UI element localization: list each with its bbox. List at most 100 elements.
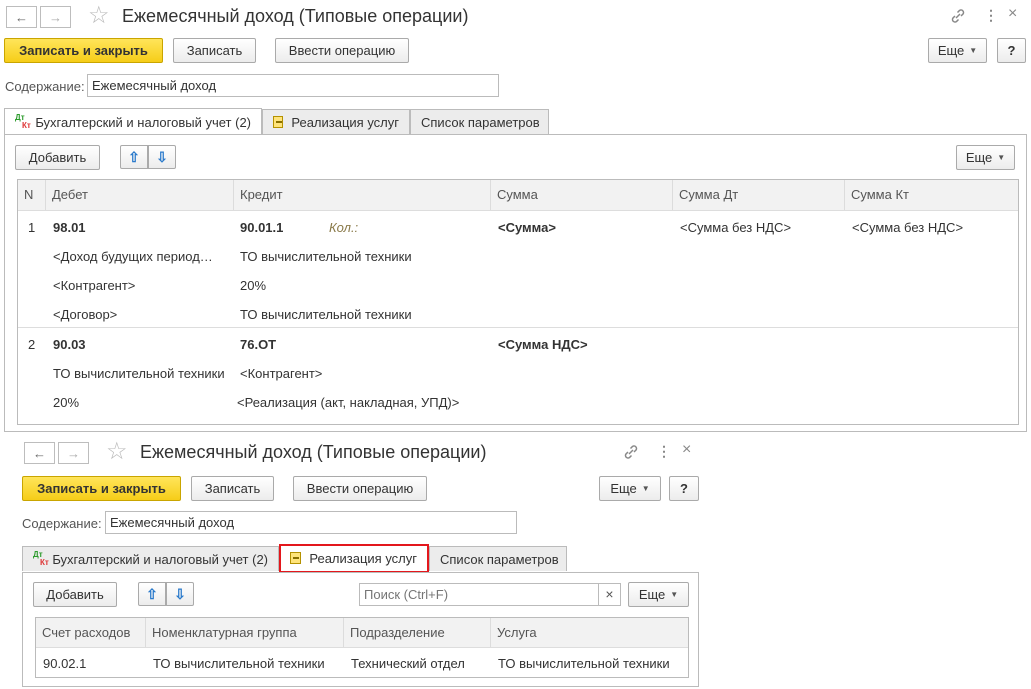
menu-icon[interactable]: ⋮ [657, 444, 671, 458]
save-and-close-label: Записать и закрыть [37, 481, 166, 496]
content-label: Содержание: [5, 79, 85, 94]
chevron-down-icon: ▼ [969, 46, 978, 55]
enter-operation-button[interactable]: Ввести операцию [293, 476, 427, 501]
arrow-down-icon: ⇩ [174, 585, 186, 602]
credit-subconto-2: 20% [240, 278, 267, 293]
debit-subconto-1: ТО вычислительной техники [53, 366, 225, 381]
debit-subconto-3: <Договор> [53, 307, 118, 322]
forward-button[interactable]: → [40, 6, 71, 28]
row-number: 1 [28, 220, 36, 235]
debit-subconto-2: <Контрагент> [53, 278, 136, 293]
help-button[interactable]: ? [997, 38, 1026, 63]
window-2: ← → ☆ Ежемесячный доход (Типовые операци… [18, 436, 704, 689]
tab-services-label: Реализация услуг [291, 114, 399, 130]
tab-parameters-label: Список параметров [421, 114, 540, 130]
tab-accounting[interactable]: Дт Кт Бухгалтерский и налоговый учет (2) [22, 546, 279, 571]
arrow-up-icon: ⇧ [128, 148, 140, 165]
tab-parameters[interactable]: Список параметров [410, 109, 549, 134]
back-arrow-icon: ← [15, 9, 28, 25]
tab-parameters-label: Список параметров [440, 551, 559, 567]
table-more-button[interactable]: Еще ▼ [628, 582, 689, 607]
page-title: Ежемесячный доход (Типовые операции) [122, 6, 469, 26]
credit-subconto-1: ТО вычислительной техники [240, 249, 412, 264]
menu-icon[interactable]: ⋮ [984, 8, 998, 22]
close-icon[interactable]: × [682, 442, 691, 458]
window-1: ← → ☆ Ежемесячный доход (Типовые операци… [0, 0, 1031, 434]
back-button[interactable]: ← [6, 6, 37, 28]
expense-account-cell: 90.02.1 [43, 656, 87, 671]
save-and-close-button[interactable]: Записать и закрыть [22, 476, 181, 501]
tab-accounting[interactable]: Дт Кт Бухгалтерский и налоговый учет (2) [4, 108, 262, 135]
sum-kt-value: <Сумма без НДС> [852, 220, 964, 235]
add-button[interactable]: Добавить [33, 582, 117, 607]
help-label: ? [1007, 43, 1016, 58]
debit-subconto-2: 20% [53, 395, 80, 410]
content-field[interactable]: Ежемесячный доход [87, 74, 499, 97]
save-and-close-label: Записать и закрыть [19, 43, 148, 58]
move-up-button[interactable]: ⇧ [120, 145, 148, 169]
col-debit: Дебет [46, 180, 234, 210]
content-field[interactable]: Ежемесячный доход [105, 511, 517, 534]
chevron-down-icon: ▼ [997, 153, 1006, 162]
save-and-close-button[interactable]: Записать и закрыть [4, 38, 163, 63]
product-group-cell: ТО вычислительной техники [153, 656, 325, 671]
move-up-button[interactable]: ⇧ [138, 582, 166, 606]
close-icon[interactable]: × [1008, 6, 1017, 22]
tab-accounting-label: Бухгалтерский и налоговый учет (2) [35, 114, 251, 130]
service-cell: ТО вычислительной техники [498, 656, 670, 671]
debit-subconto-1: <Доход будущих период… [53, 249, 213, 264]
link-icon[interactable] [950, 8, 966, 26]
table-header: N Дебет Кредит Сумма Сумма Дт Сумма Кт [18, 180, 1018, 211]
save-button[interactable]: Записать [191, 476, 274, 501]
more-button[interactable]: Еще ▼ [599, 476, 661, 501]
help-button[interactable]: ? [669, 476, 699, 501]
table-row[interactable]: 2 90.03 ТО вычислительной техники 20% 76… [18, 329, 1018, 419]
favorite-star-icon[interactable]: ☆ [106, 439, 128, 465]
credit-subconto-3: ТО вычислительной техники [240, 307, 412, 322]
tab-highlight [279, 544, 429, 573]
col-expense-account: Счет расходов [36, 618, 146, 647]
table-row[interactable]: 90.02.1 ТО вычислительной техники Технич… [36, 649, 688, 677]
arrow-up-icon: ⇧ [146, 585, 158, 602]
more-button[interactable]: Еще ▼ [928, 38, 987, 63]
col-sum: Сумма [491, 180, 673, 210]
chevron-down-icon: ▼ [670, 590, 679, 599]
add-label: Добавить [46, 587, 104, 602]
dt-kt-icon: Дт Кт [33, 550, 49, 567]
favorite-star-icon[interactable]: ☆ [88, 3, 110, 29]
table-more-label: Еще [638, 587, 666, 602]
services-table: Счет расходов Номенклатурная группа Подр… [35, 617, 689, 678]
table-more-button[interactable]: Еще ▼ [956, 145, 1015, 170]
enter-operation-label: Ввести операцию [288, 43, 396, 58]
save-button[interactable]: Записать [173, 38, 256, 63]
search-input[interactable] [359, 583, 599, 606]
department-cell: Технический отдел [351, 656, 465, 671]
tab-parameters[interactable]: Список параметров [429, 546, 567, 571]
enter-operation-button[interactable]: Ввести операцию [275, 38, 409, 63]
credit-account: 90.01.1 [240, 220, 284, 235]
quantity-label: Кол.: [329, 220, 359, 235]
tab-accounting-label: Бухгалтерский и налоговый учет (2) [52, 551, 268, 567]
tab-services[interactable]: Реализация услуг [262, 109, 410, 134]
col-department: Подразделение [344, 618, 491, 647]
add-button[interactable]: Добавить [15, 145, 100, 170]
col-product-group: Номенклатурная группа [146, 618, 344, 647]
debit-account: 98.01 [53, 220, 86, 235]
arrow-down-icon: ⇩ [156, 148, 168, 165]
forward-button[interactable]: → [58, 442, 89, 464]
clear-search-icon[interactable]: × [599, 583, 621, 606]
table-row[interactable]: 1 98.01 <Доход будущих период… <Контраге… [18, 212, 1018, 328]
credit-subconto-2: <Реализация (акт, накладная, УПД)> [237, 395, 460, 410]
tab-panel: Добавить ⇧ ⇩ × Еще ▼ Счет расходов Номенк… [22, 572, 699, 687]
credit-subconto-1: <Контрагент> [240, 366, 323, 381]
save-label: Записать [204, 481, 261, 496]
move-down-button[interactable]: ⇩ [148, 145, 176, 169]
col-sum-dt: Сумма Дт [673, 180, 845, 210]
forward-arrow-icon: → [49, 9, 62, 25]
move-down-button[interactable]: ⇩ [166, 582, 194, 606]
back-button[interactable]: ← [24, 442, 55, 464]
document-icon [273, 116, 284, 128]
link-icon[interactable] [623, 444, 639, 462]
row-number: 2 [28, 337, 36, 352]
page-title: Ежемесячный доход (Типовые операции) [140, 442, 487, 462]
